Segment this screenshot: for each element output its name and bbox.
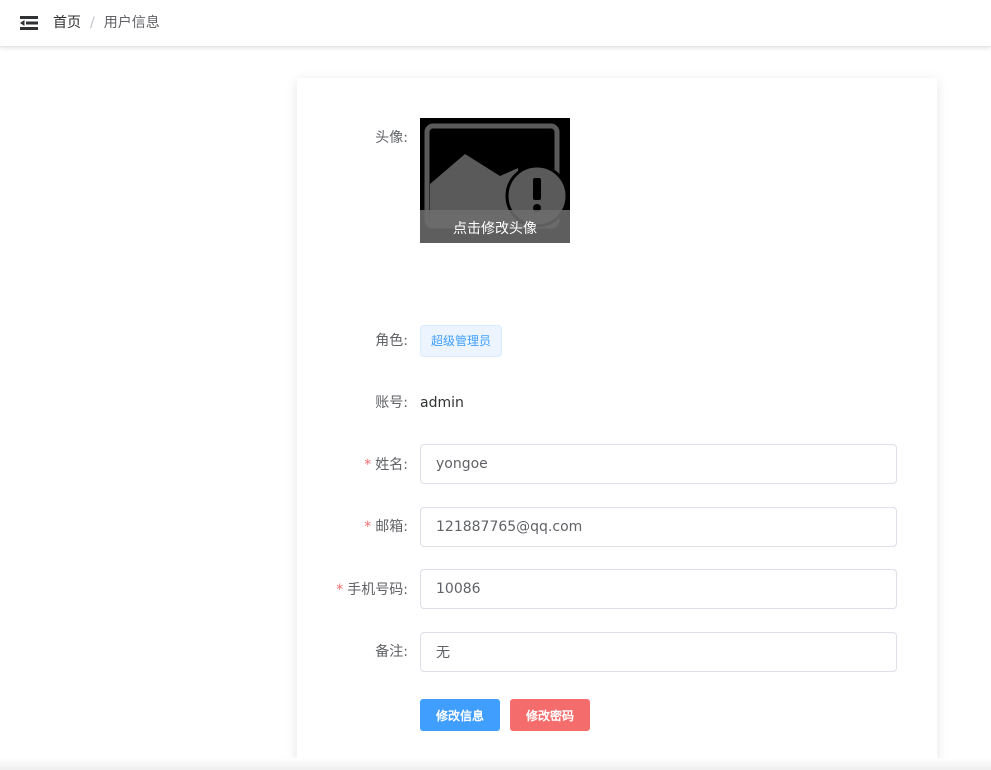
breadcrumb-current: 用户信息 [103,15,160,31]
breadcrumb-home-link[interactable]: 首页 [53,15,81,31]
email-label: * 邮箱: [364,518,408,536]
avatar-label: 头像: [375,130,408,146]
phone-label: * 手机号码: [336,581,408,599]
bottom-scroll-shadow [0,758,991,770]
account-label: 账号: [375,395,408,411]
avatar-overlay-text: 点击修改头像 [420,210,570,243]
role-tag: 超级管理员 [420,325,503,357]
email-input[interactable] [420,507,897,547]
phone-label-text: 手机号码: [347,582,408,598]
name-label-text: 姓名: [375,457,408,473]
account-value: admin [420,395,464,411]
edit-password-button[interactable]: 修改密码 [510,699,590,731]
edit-info-button[interactable]: 修改信息 [420,699,500,731]
required-mark: * [364,457,372,473]
remark-input[interactable] [420,632,897,672]
required-mark: * [364,519,372,535]
hamburger-icon[interactable] [18,13,40,33]
top-navbar: 首页 / 用户信息 [0,0,991,47]
role-label: 角色: [375,333,408,349]
email-label-text: 邮箱: [375,519,408,535]
breadcrumb: 首页 / 用户信息 [53,14,160,32]
avatar-upload[interactable]: 点击修改头像 [420,118,570,243]
phone-input[interactable] [420,569,897,609]
required-mark: * [336,582,344,598]
name-input[interactable] [420,444,897,484]
breadcrumb-separator: / [90,15,95,31]
remark-label: 备注: [375,644,408,660]
name-label: * 姓名: [364,456,408,474]
